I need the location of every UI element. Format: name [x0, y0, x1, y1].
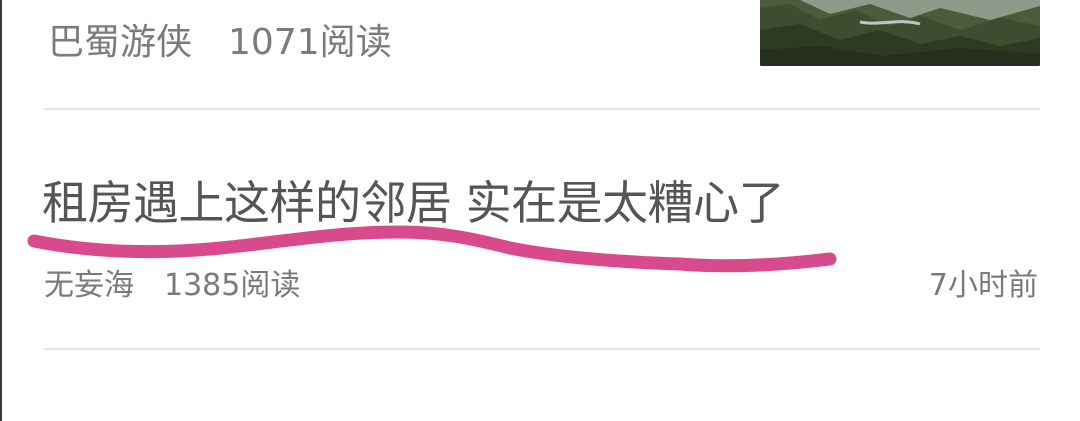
screen-edge	[0, 0, 2, 421]
article-meta-1: 巴蜀游侠 1071阅读	[48, 20, 392, 66]
feed-screen: { "feed": { "item1": { "author": "巴蜀游侠",…	[0, 0, 1080, 421]
feed-divider	[44, 348, 1040, 350]
article-thumbnail[interactable]	[760, 0, 1040, 66]
read-count: 1385阅读	[164, 268, 301, 303]
article-title[interactable]: 租房遇上这样的邻居 实在是太糟心了	[42, 173, 785, 233]
read-count: 1071阅读	[228, 22, 392, 63]
author-name[interactable]: 巴蜀游侠	[48, 22, 192, 63]
publish-time: 7小时前	[928, 268, 1038, 303]
feed-divider	[44, 108, 1040, 110]
article-meta-2: 无妄海 1385阅读	[44, 266, 300, 306]
mountain-landscape-image	[760, 0, 1040, 66]
author-name[interactable]: 无妄海	[44, 268, 134, 303]
